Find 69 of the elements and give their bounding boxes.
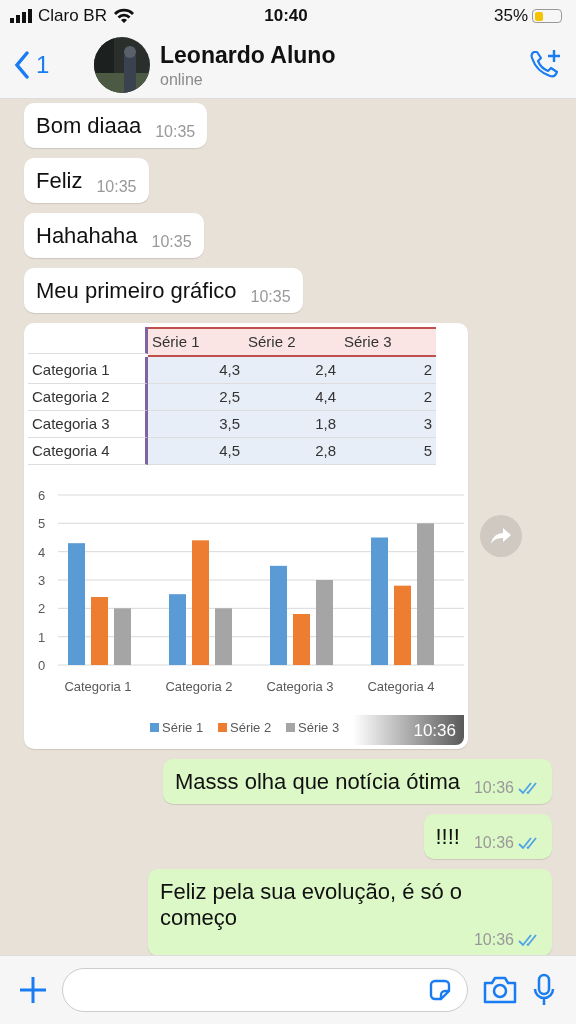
column-header: Série 2 bbox=[244, 327, 340, 357]
chart-bar bbox=[114, 608, 131, 665]
battery-icon bbox=[532, 9, 562, 23]
table-cell: 2,4 bbox=[244, 357, 340, 384]
category-label: Categoria 4 bbox=[367, 679, 435, 694]
chevron-left-icon bbox=[14, 51, 30, 79]
axis-tick-label: 3 bbox=[38, 573, 46, 588]
legend-label: Série 2 bbox=[230, 720, 272, 735]
signal-icon bbox=[10, 9, 32, 23]
share-arrow-icon bbox=[490, 527, 512, 545]
axis-tick-label: 4 bbox=[38, 544, 46, 560]
category-label: Categoria 1 bbox=[64, 679, 132, 694]
message-text: Hahahaha bbox=[36, 223, 138, 249]
axis-tick-label: 5 bbox=[38, 516, 46, 532]
back-button[interactable]: 1 bbox=[14, 51, 84, 79]
table-cell: 3 bbox=[340, 411, 436, 438]
category-label: Categoria 3 bbox=[266, 679, 334, 694]
legend-item: Série 1 bbox=[150, 720, 204, 735]
legend-label: Série 1 bbox=[162, 720, 204, 735]
message-time: 10:35 bbox=[151, 233, 192, 251]
chart-bar bbox=[169, 594, 186, 665]
contact-name: Leonardo Aluno bbox=[160, 41, 337, 69]
contact-status: online bbox=[160, 70, 204, 89]
table-cell: 1,8 bbox=[244, 411, 340, 438]
legend-item: Série 2 bbox=[218, 720, 272, 735]
message-text: Bom diaaa bbox=[36, 113, 142, 139]
image-message[interactable] bbox=[24, 323, 468, 749]
carrier-name: Claro BR bbox=[38, 6, 107, 26]
message-text: Feliz bbox=[36, 168, 83, 194]
table-cell: 2 bbox=[340, 357, 436, 384]
message-text: Meu primeiro gráfico bbox=[36, 278, 237, 304]
table-cell: 4,3 bbox=[148, 357, 244, 384]
table-cell: 4,5 bbox=[148, 438, 244, 465]
message-text: Feliz pela sua evolução, é só o começo bbox=[160, 879, 464, 931]
wifi-icon bbox=[112, 8, 135, 24]
message-time: 10:36 bbox=[353, 715, 464, 745]
axis-tick-label: 2 bbox=[38, 601, 46, 617]
message-time: 10:35 bbox=[250, 288, 291, 306]
legend-label: Série 3 bbox=[298, 720, 340, 735]
camera-icon[interactable] bbox=[482, 975, 518, 1005]
table-cell: 5 bbox=[340, 438, 436, 465]
battery-percent: 35% bbox=[493, 6, 528, 26]
axis-tick-label: 0 bbox=[38, 658, 46, 673]
message-time: 10:36 bbox=[473, 779, 514, 797]
table-cell: 2,8 bbox=[244, 438, 340, 465]
add-icon[interactable] bbox=[18, 975, 48, 1005]
category-label: Categoria 2 bbox=[165, 679, 233, 694]
message-time: 10:36 bbox=[473, 834, 514, 852]
axis-tick-label: 1 bbox=[38, 629, 46, 645]
message-input-field[interactable] bbox=[62, 968, 468, 1012]
chart-bar bbox=[91, 597, 108, 665]
legend-item: Série 3 bbox=[286, 720, 340, 735]
message-text: Masss olha que notícia ótima bbox=[175, 769, 460, 795]
sticker-icon[interactable] bbox=[427, 977, 453, 1003]
chart-bar bbox=[293, 614, 310, 665]
column-header: Série 1 bbox=[148, 327, 244, 357]
message-text: !!!! bbox=[435, 824, 460, 850]
clock-time: 10:40 bbox=[263, 6, 309, 26]
table-cell: 4,4 bbox=[244, 384, 340, 411]
chart-bar bbox=[215, 608, 232, 665]
table-cell: 2,5 bbox=[148, 384, 244, 411]
message-time: 10:35 bbox=[96, 178, 137, 196]
column-header: Série 3 bbox=[340, 327, 436, 357]
axis-tick-label: 6 bbox=[38, 488, 46, 503]
table-cell: 3,5 bbox=[148, 411, 244, 438]
message-time: 10:35 bbox=[155, 123, 196, 141]
message-time: 10:36 bbox=[473, 931, 514, 949]
microphone-icon[interactable] bbox=[532, 973, 556, 1007]
table-cell: 2 bbox=[340, 384, 436, 411]
